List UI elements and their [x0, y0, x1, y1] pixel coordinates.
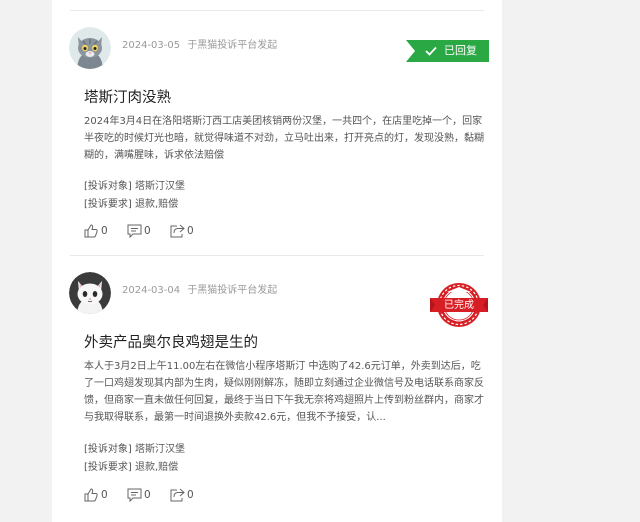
comment-count: 0 [144, 489, 151, 501]
target-value: 塔斯汀汉堡 [135, 444, 185, 455]
complaint-target: [投诉对象] 塔斯汀汉堡 [84, 440, 185, 455]
top-divider [70, 10, 484, 11]
body-line: 半夜吃的时候灯光也暗，就觉得味道不对劲，立马吐出来，打开亮点的灯，发现没熟，黏糊 [84, 133, 484, 144]
comment-icon [127, 488, 142, 502]
complaint-request: [投诉要求] 退款,赔偿 [84, 195, 178, 210]
comment-icon [127, 224, 142, 238]
body-line: 馈，但商家一直未做任何回复，最终于当日下午我无奈将鸡翅照片上传到粉丝群内，商家才 [84, 395, 484, 406]
complaint-feed: 2024-03-05 于黑猫投诉平台发起 已回复 塔斯汀肉没熟 2024年3月4… [52, 0, 502, 522]
share-count: 0 [187, 225, 194, 237]
target-value: 塔斯汀汉堡 [135, 181, 185, 192]
post-meta: 2024-03-05 于黑猫投诉平台发起 [122, 36, 281, 51]
post-title[interactable]: 外卖产品奥尔良鸡翅是生的 [84, 331, 258, 352]
like-count: 0 [101, 225, 108, 237]
request-value: 退款,赔偿 [135, 462, 179, 473]
status-badge: 已回复 [406, 40, 489, 62]
thumbs-up-icon [84, 224, 98, 238]
share-icon [170, 488, 185, 502]
share-icon [170, 224, 185, 238]
post-meta: 2024-03-04 于黑猫投诉平台发起 [122, 281, 281, 296]
target-label: [投诉对象] [84, 444, 132, 455]
share-count: 0 [187, 489, 194, 501]
post-body: 2024年3月4日在洛阳塔斯汀西工店美团核销两份汉堡，一共四个，在店里吃掉一个，… [84, 113, 484, 164]
request-value: 退款,赔偿 [135, 199, 179, 210]
badge-notch [406, 40, 415, 62]
request-label: [投诉要求] [84, 462, 132, 473]
body-line: 糊的，满嘴腥味，诉求依法赔偿 [84, 150, 224, 161]
post-source: 于黑猫投诉平台发起 [187, 285, 278, 296]
complaint-request: [投诉要求] 退款,赔偿 [84, 458, 178, 473]
target-label: [投诉对象] [84, 181, 132, 192]
thumbs-up-icon [84, 488, 98, 502]
like-count: 0 [101, 489, 108, 501]
gray-cat-avatar-icon[interactable] [69, 27, 111, 69]
body-line: 与我取得联系，最第一时间退换外卖款42.6元，但我不予接受，认... [84, 412, 386, 423]
check-icon [425, 46, 437, 56]
comment-count: 0 [144, 225, 151, 237]
post-title[interactable]: 塔斯汀肉没熟 [84, 86, 171, 107]
body-line: 本人于3月2日上午11.00左右在微信小程序塔斯汀 中选购了42.6元订单，外卖… [84, 361, 481, 372]
post-body: 本人于3月2日上午11.00左右在微信小程序塔斯汀 中选购了42.6元订单，外卖… [84, 358, 484, 426]
status-text: 已回复 [444, 44, 477, 57]
white-cat-avatar-icon[interactable] [69, 272, 111, 314]
post-divider [70, 255, 484, 256]
body-line: 了一口鸡翅发现其内部为生肉，疑似刚刚解冻，随即立刻通过企业微信号及电话联系商家反 [84, 378, 484, 389]
request-label: [投诉要求] [84, 199, 132, 210]
post-date: 2024-03-04 [122, 285, 181, 296]
post-date: 2024-03-05 [122, 40, 181, 51]
post-source: 于黑猫投诉平台发起 [187, 40, 278, 51]
complaint-target: [投诉对象] 塔斯汀汉堡 [84, 177, 185, 192]
seal-text: 已完成 [444, 300, 474, 311]
body-line: 2024年3月4日在洛阳塔斯汀西工店美团核销两份汉堡，一共四个，在店里吃掉一个，… [84, 116, 483, 127]
